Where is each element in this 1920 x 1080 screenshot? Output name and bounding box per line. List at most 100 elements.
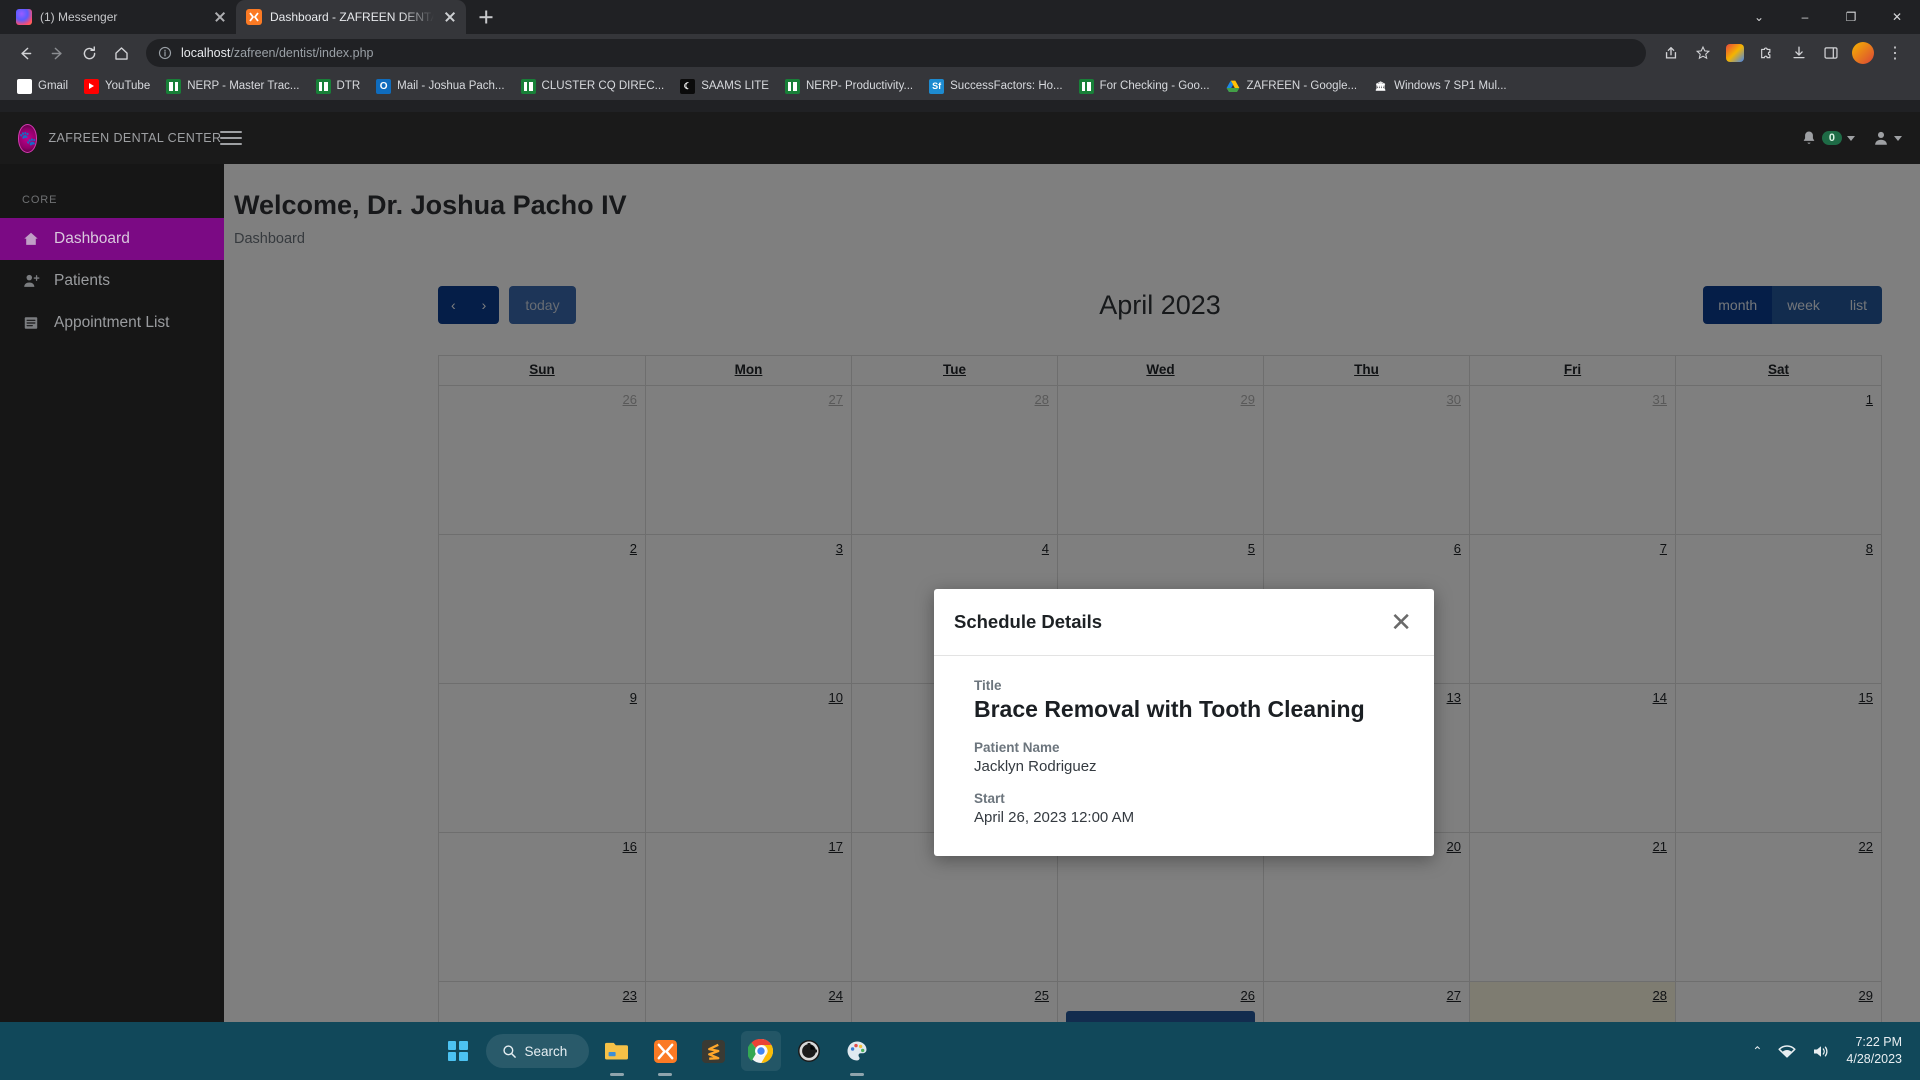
- back-icon[interactable]: [10, 38, 40, 68]
- bookmark-label: NERP - Master Trac...: [187, 80, 300, 92]
- sidebar-heading: CORE: [22, 194, 58, 206]
- sublime-text-icon[interactable]: [693, 1031, 733, 1071]
- bookmark-label: YouTube: [105, 80, 151, 92]
- bank-icon: 🏛: [1374, 80, 1387, 91]
- successfactors-icon: Sf: [929, 78, 945, 94]
- xampp-icon[interactable]: [645, 1031, 685, 1071]
- windows-taskbar: Search ⌃ 7:22 PM 4/28/2023: [0, 1022, 1920, 1080]
- site-info-icon[interactable]: [158, 46, 172, 60]
- close-icon[interactable]: [442, 9, 458, 25]
- sidebar-item-label: Appointment List: [54, 314, 170, 331]
- field-label-title: Title: [974, 678, 1002, 693]
- bookmark-for-checking[interactable]: For Checking - Goo...: [1072, 76, 1217, 97]
- google-sheets-icon: [1078, 78, 1094, 94]
- profile-avatar[interactable]: [1848, 38, 1878, 68]
- close-icon[interactable]: [212, 9, 228, 25]
- download-icon[interactable]: [1784, 38, 1814, 68]
- close-window-button[interactable]: ✕: [1874, 0, 1920, 34]
- brand[interactable]: 🐾 ZAFREEN DENTAL CENTER: [18, 123, 221, 153]
- minimize-button[interactable]: –: [1782, 0, 1828, 34]
- side-panel-icon[interactable]: [1816, 38, 1846, 68]
- menu-toggle-icon[interactable]: [220, 131, 242, 145]
- bookmark-label: Windows 7 SP1 Mul...: [1394, 80, 1507, 92]
- notification-count-badge: 0: [1821, 131, 1842, 145]
- browser-tab-messenger[interactable]: (1) Messenger: [6, 0, 236, 34]
- extensions-icon[interactable]: [1720, 38, 1750, 68]
- brand-name: ZAFREEN DENTAL CENTER: [48, 131, 222, 145]
- messenger-icon: [16, 9, 32, 25]
- tray-chevron-up-icon[interactable]: ⌃: [1752, 1044, 1762, 1058]
- bookmark-star-icon[interactable]: [1688, 38, 1718, 68]
- reload-icon[interactable]: [74, 38, 104, 68]
- bookmark-nerp-master-tracker[interactable]: NERP - Master Trac...: [159, 76, 306, 97]
- bookmark-youtube[interactable]: YouTube: [77, 76, 157, 97]
- sidebar-item-patients[interactable]: Patients: [0, 260, 224, 302]
- modal-body: Title Brace Removal with Tooth Cleaning …: [934, 656, 1434, 856]
- address-bar[interactable]: localhost/zafreen/dentist/index.php: [146, 39, 1646, 67]
- field-label-start: Start: [974, 790, 1005, 806]
- wifi-icon[interactable]: [1778, 1044, 1796, 1059]
- puzzle-icon[interactable]: [1752, 38, 1782, 68]
- bookmark-label: ZAFREEN - Google...: [1246, 80, 1358, 92]
- notifications-menu[interactable]: 0: [1801, 130, 1855, 147]
- bookmark-label: SAAMS LITE: [701, 80, 769, 92]
- browser-window: (1) Messenger Dashboard - ZAFREEN DENTAL…: [0, 0, 1920, 1022]
- dental-logo-icon: 🐾: [18, 123, 38, 153]
- paint-icon[interactable]: [837, 1031, 877, 1071]
- saams-icon: ☾: [680, 78, 696, 94]
- file-explorer-icon[interactable]: [597, 1031, 637, 1071]
- bookmark-cluster-cq[interactable]: CLUSTER CQ DIREC...: [514, 76, 672, 97]
- forward-icon[interactable]: [42, 38, 72, 68]
- google-sheets-icon: [784, 78, 800, 94]
- google-sheets-icon: [166, 78, 182, 94]
- browser-toolbar: localhost/zafreen/dentist/index.php ⋮: [0, 34, 1920, 72]
- cc-icon[interactable]: [789, 1031, 829, 1071]
- maximize-button[interactable]: ❐: [1828, 0, 1874, 34]
- main-content: Welcome, Dr. Joshua Pacho IV Dashboard ‹…: [224, 164, 1920, 1022]
- bookmark-successfactors[interactable]: Sf SuccessFactors: Ho...: [922, 76, 1069, 97]
- bookmark-label: DTR: [336, 80, 361, 92]
- toolbar-right: ⋮: [1656, 38, 1910, 68]
- chrome-menu-icon[interactable]: ⋮: [1880, 38, 1910, 68]
- new-tab-button[interactable]: [472, 3, 500, 31]
- window-controls: ⌄ – ❐ ✕: [1736, 0, 1920, 34]
- tab-strip: (1) Messenger Dashboard - ZAFREEN DENTAL…: [0, 0, 1920, 34]
- tab-title: (1) Messenger: [40, 10, 118, 24]
- user-menu[interactable]: [1873, 130, 1902, 147]
- sidebar-item-appointment-list[interactable]: Appointment List: [0, 302, 224, 344]
- share-icon[interactable]: [1656, 38, 1686, 68]
- topnav-right: 0: [1801, 130, 1902, 147]
- field-value-patient-name: Jacklyn Rodriguez: [974, 757, 1097, 775]
- volume-icon[interactable]: [1812, 1044, 1830, 1059]
- chevron-down-icon[interactable]: ⌄: [1736, 0, 1782, 34]
- bookmark-mail-joshua[interactable]: Mail - Joshua Pach...: [369, 76, 511, 97]
- chevron-down-icon: [1847, 135, 1855, 141]
- home-icon[interactable]: [106, 38, 136, 68]
- clock-date: 4/28/2023: [1846, 1052, 1902, 1066]
- bookmark-gmail[interactable]: M Gmail: [10, 76, 75, 97]
- list-icon: [22, 315, 40, 331]
- bookmark-dtr[interactable]: DTR: [309, 76, 368, 97]
- taskbar-search[interactable]: Search: [485, 1034, 590, 1068]
- bookmark-zafreen-drive[interactable]: ZAFREEN - Google...: [1219, 76, 1365, 97]
- bookmark-nerp-productivity[interactable]: NERP- Productivity...: [778, 76, 920, 97]
- google-chrome-icon[interactable]: [741, 1031, 782, 1071]
- xampp-icon: [246, 9, 262, 25]
- bookmarks-bar: M Gmail YouTube NERP - Master Trac... DT…: [0, 72, 1920, 100]
- windows-start-icon[interactable]: [438, 1031, 478, 1071]
- bookmark-label: Mail - Joshua Pach...: [397, 80, 505, 92]
- url-host: localhost: [181, 46, 231, 60]
- user-avatar-icon: [1873, 130, 1889, 147]
- clock[interactable]: 7:22 PM 4/28/2023: [1846, 1034, 1902, 1068]
- sidebar-item-dashboard[interactable]: Dashboard: [0, 218, 224, 260]
- bookmark-windows7-sp1[interactable]: 🏛 Windows 7 SP1 Mul...: [1366, 76, 1513, 97]
- schedule-details-modal: Schedule Details ✕ Title Brace Removal w…: [934, 589, 1434, 856]
- bell-icon: [1801, 130, 1817, 147]
- sidebar: CORE Dashboard Patients Appointment List: [0, 164, 224, 1022]
- bookmark-label: SuccessFactors: Ho...: [950, 80, 1063, 92]
- bookmark-saams-lite[interactable]: ☾ SAAMS LITE: [673, 76, 776, 97]
- search-icon: [502, 1044, 517, 1059]
- close-icon[interactable]: ✕: [1390, 609, 1412, 635]
- sidebar-item-label: Dashboard: [54, 230, 130, 247]
- browser-tab-dashboard[interactable]: Dashboard - ZAFREEN DENTAL C: [236, 0, 466, 34]
